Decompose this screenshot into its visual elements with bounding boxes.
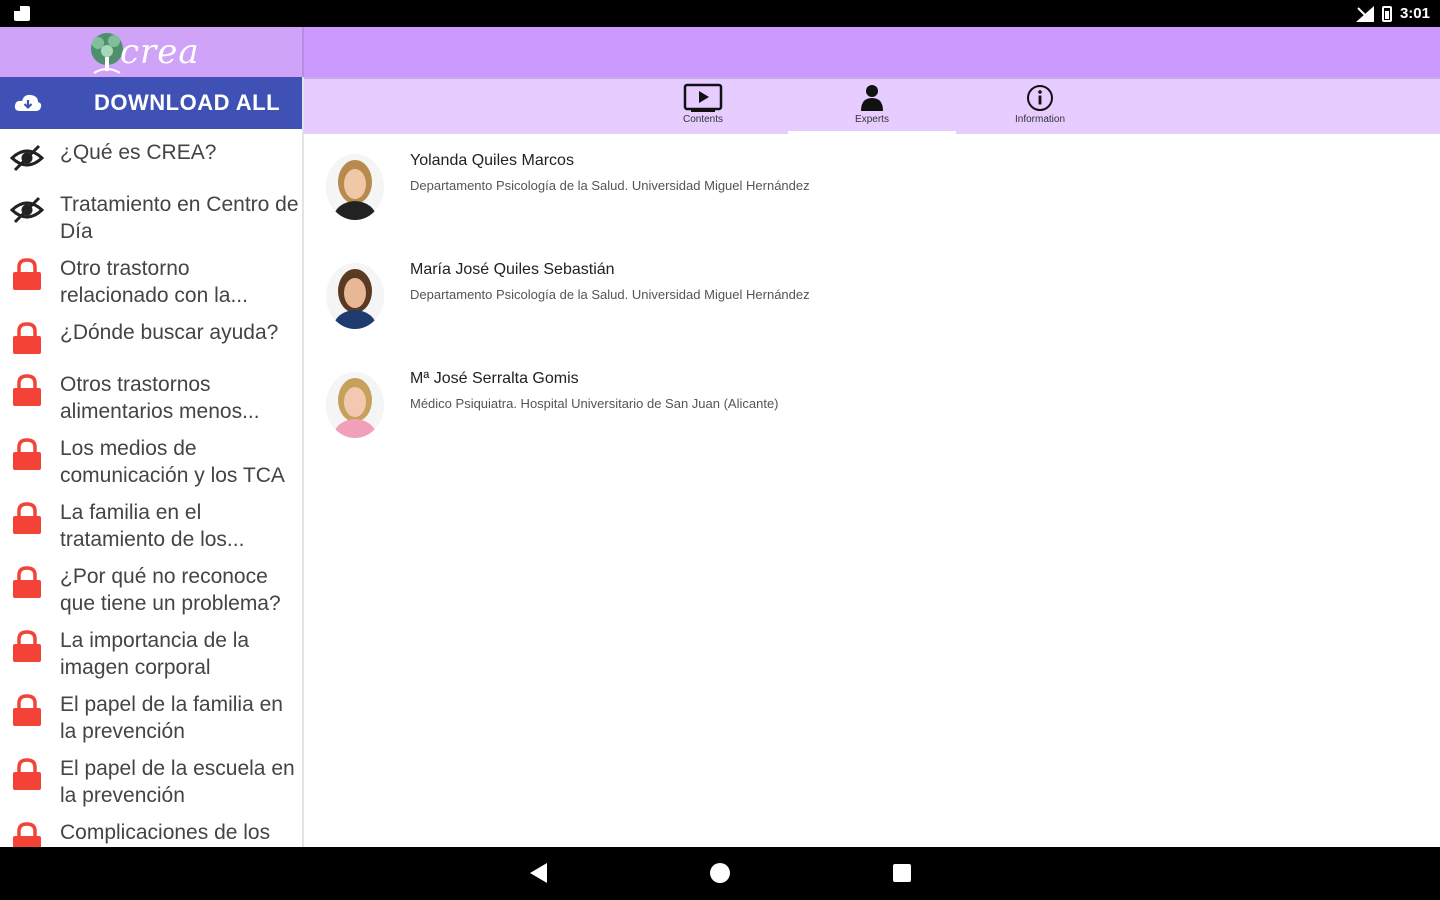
signal-icon xyxy=(1355,5,1374,22)
status-bar: 3:01 xyxy=(0,0,1440,27)
tab-experts[interactable]: Experts xyxy=(788,79,956,134)
app-logo[interactable]: crea xyxy=(84,29,200,75)
lock-icon xyxy=(10,821,44,847)
battery-icon xyxy=(1381,5,1392,22)
menu-item[interactable]: ¿Qué es CREA? xyxy=(0,129,302,181)
eye-off-icon xyxy=(9,193,45,227)
download-all-button[interactable]: DOWNLOAD ALL xyxy=(0,77,302,129)
tab-bar: Contents Experts Information xyxy=(304,77,1440,134)
navigation-bar xyxy=(0,847,1440,900)
tab-information[interactable]: Information xyxy=(956,79,1124,134)
menu-item-label: ¿Qué es CREA? xyxy=(60,141,217,164)
menu-item-label: Tratamiento en Centro de Día xyxy=(60,193,299,243)
experts-list: Yolanda Quiles Marcos Departamento Psicol… xyxy=(304,134,1440,847)
status-time: 3:01 xyxy=(1399,5,1430,22)
menu-item[interactable]: ¿Por qué no reconoce que tiene un proble… xyxy=(0,553,302,617)
tab-contents[interactable]: Contents xyxy=(619,79,787,134)
sd-card-icon xyxy=(14,6,30,21)
expert-affiliation: Departamento Psicología de la Salud. Uni… xyxy=(410,178,810,193)
expert-row[interactable]: María José Quiles Sebastián Departamento … xyxy=(304,243,1440,343)
expert-avatar xyxy=(326,154,384,220)
expert-name: Mª José Serralta Gomis xyxy=(410,370,579,387)
recent-apps-icon[interactable] xyxy=(893,864,911,882)
menu-item-label: Los medios de comunicación y los TCA xyxy=(60,437,285,487)
expert-name: Yolanda Quiles Marcos xyxy=(410,152,574,169)
menu-item[interactable]: La familia en el tratamiento de los... xyxy=(0,489,302,553)
expert-affiliation: Médico Psiquiatra. Hospital Universitari… xyxy=(410,396,779,411)
play-icon xyxy=(683,83,723,113)
menu-item-label: Otro trastorno relacionado con la... xyxy=(60,257,248,307)
menu-item-label: ¿Dónde buscar ayuda? xyxy=(60,321,279,344)
lock-icon xyxy=(10,501,44,535)
menu-item-label: El papel de la escuela en la prevención xyxy=(60,757,295,807)
menu-item[interactable]: Tratamiento en Centro de Día xyxy=(0,181,302,245)
expert-avatar xyxy=(326,263,384,329)
menu-item[interactable]: La importancia de la imagen corporal xyxy=(0,617,302,681)
app-header: crea xyxy=(0,27,1440,77)
expert-row[interactable]: Yolanda Quiles Marcos Departamento Psicol… xyxy=(304,134,1440,234)
tab-label: Experts xyxy=(855,114,889,125)
menu-item[interactable]: ¿Dónde buscar ayuda? xyxy=(0,309,302,361)
menu-item[interactable]: Otro trastorno relacionado con la... xyxy=(0,245,302,309)
tab-label: Information xyxy=(1014,114,1066,125)
download-all-label: DOWNLOAD ALL xyxy=(94,90,281,115)
menu-item[interactable]: Complicaciones de los xyxy=(0,809,302,847)
back-icon[interactable] xyxy=(530,863,547,883)
menu-item-label: La importancia de la imagen corporal xyxy=(60,629,250,679)
menu-item[interactable]: El papel de la familia en la prevención xyxy=(0,681,302,745)
menu-item-label: Complicaciones de los xyxy=(60,821,271,844)
lock-icon xyxy=(10,321,44,355)
lock-icon xyxy=(10,629,44,663)
menu-item[interactable]: El papel de la escuela en la prevención xyxy=(0,745,302,809)
logo-text: crea xyxy=(120,32,200,72)
person-icon xyxy=(852,83,892,113)
logo-area: crea xyxy=(0,27,304,77)
menu-item[interactable]: Otros trastornos alimentarios menos... xyxy=(0,361,302,425)
lock-icon xyxy=(10,693,44,727)
expert-row[interactable]: Mª José Serralta Gomis Médico Psiquiatra.… xyxy=(304,352,1440,452)
lock-icon xyxy=(10,757,44,791)
info-icon xyxy=(1020,83,1060,113)
menu-item-label: El papel de la familia en la prevención xyxy=(60,693,283,743)
menu-item[interactable]: Los medios de comunicación y los TCA xyxy=(0,425,302,489)
menu-item-label: ¿Por qué no reconoce que tiene un proble… xyxy=(60,565,281,615)
content-menu: ¿Qué es CREA? Tratamiento en Centro de Dí… xyxy=(0,129,302,847)
lock-icon xyxy=(10,437,44,471)
home-icon[interactable] xyxy=(710,863,730,883)
menu-item-label: Otros trastornos alimentarios menos... xyxy=(60,373,260,423)
tab-label: Contents xyxy=(682,114,724,125)
lock-icon xyxy=(10,373,44,407)
sidebar: DOWNLOAD ALL ¿Qué es CREA? Tratamiento en… xyxy=(0,77,304,847)
expert-affiliation: Departamento Psicología de la Salud. Uni… xyxy=(410,287,810,302)
menu-item-label: La familia en el tratamiento de los... xyxy=(60,501,245,551)
expert-name: María José Quiles Sebastián xyxy=(410,261,615,278)
eye-off-icon xyxy=(9,141,45,175)
lock-icon xyxy=(10,565,44,599)
expert-avatar xyxy=(326,372,384,438)
lock-icon xyxy=(10,257,44,291)
cloud-download-icon xyxy=(14,94,42,111)
